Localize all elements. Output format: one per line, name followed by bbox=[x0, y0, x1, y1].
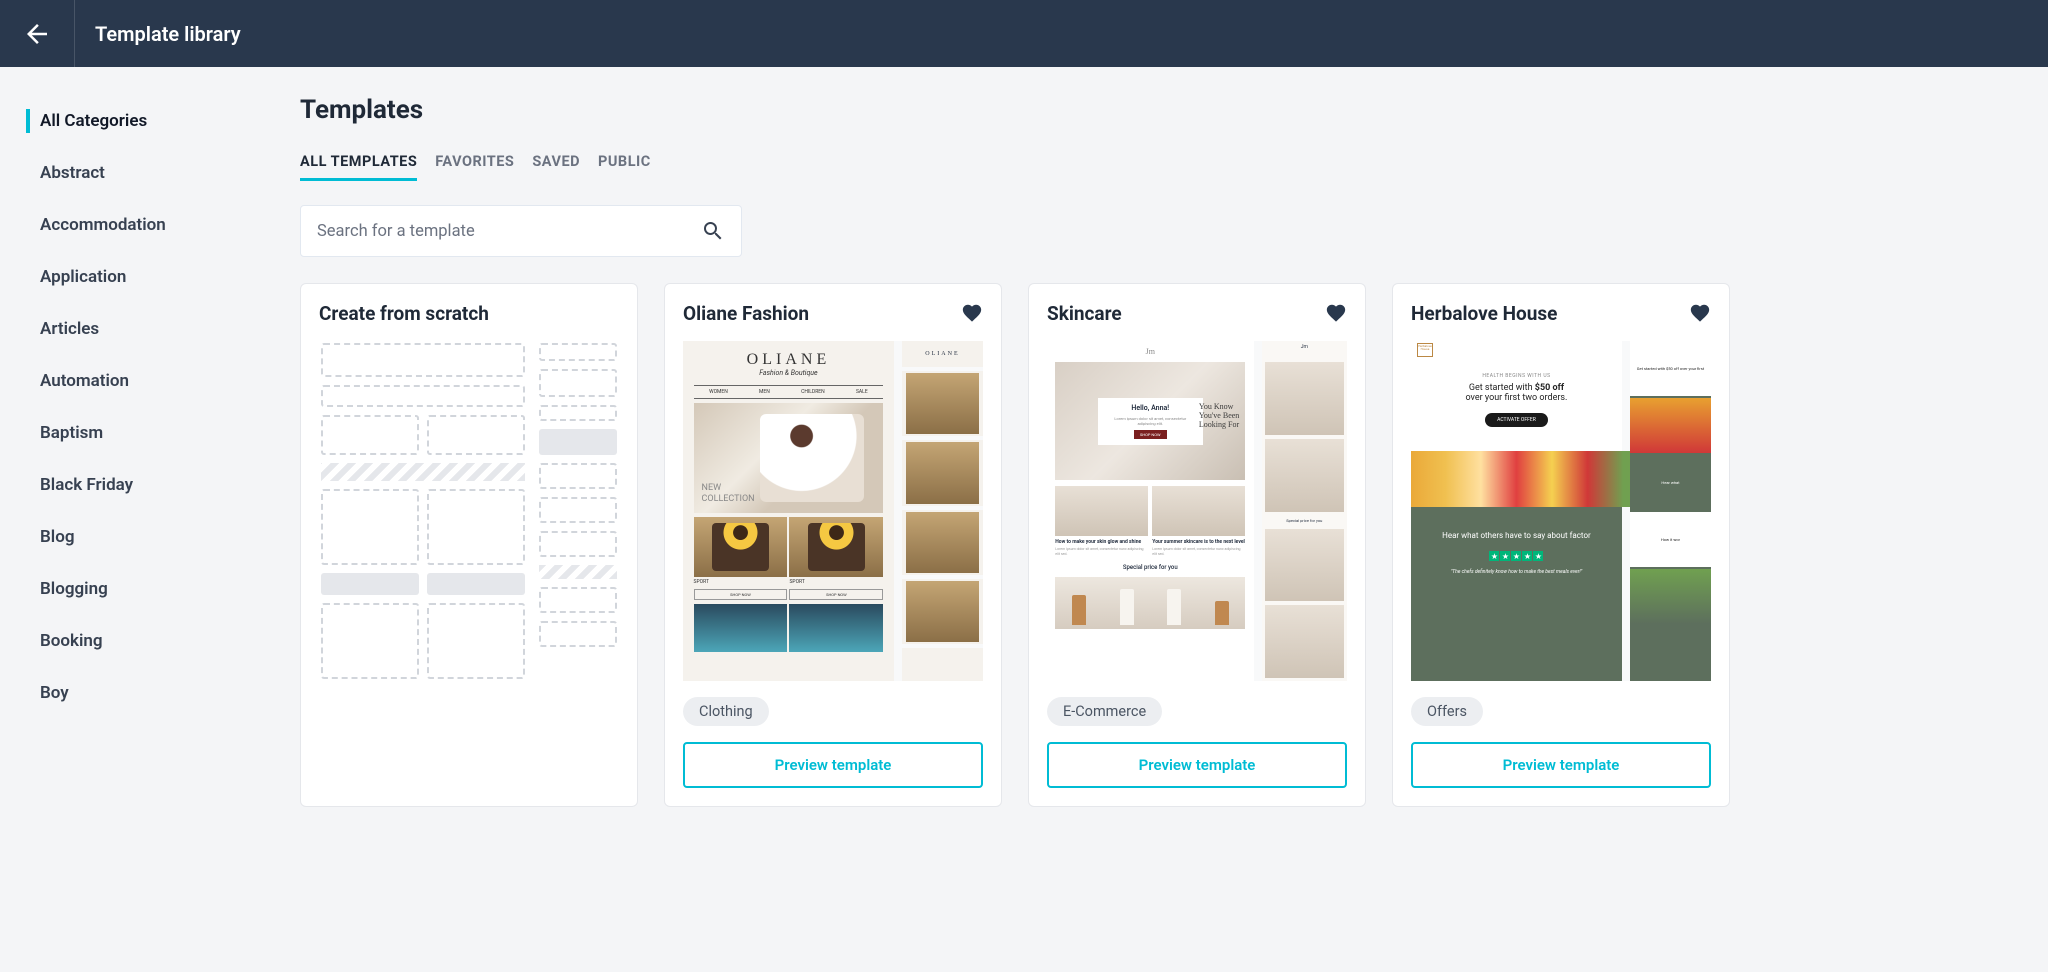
preview-shop-btn: SHOP NOW bbox=[789, 589, 883, 600]
sidebar-item-blogging[interactable]: Blogging bbox=[0, 563, 260, 615]
sidebar-item-accommodation[interactable]: Accommodation bbox=[0, 199, 260, 251]
template-preview bbox=[319, 341, 619, 681]
tab-favorites[interactable]: FAVORITES bbox=[435, 153, 514, 181]
tab-saved[interactable]: SAVED bbox=[532, 153, 580, 181]
card-header: Create from scratch bbox=[319, 302, 619, 325]
sidebar-item-baptism[interactable]: Baptism bbox=[0, 407, 260, 459]
preview-price: Special price for you bbox=[1123, 564, 1178, 571]
preview-nav-item: CHILDREN bbox=[801, 389, 825, 395]
preview-quote: "The chefs definitely know how to make t… bbox=[1438, 569, 1594, 575]
preview-nav-item: WOMEN bbox=[709, 389, 728, 395]
tabs: ALL TEMPLATES FAVORITES SAVED PUBLIC bbox=[300, 153, 2008, 181]
card-oliane-fashion[interactable]: Oliane Fashion OLIANE Fashion & Boutique… bbox=[664, 283, 1002, 807]
search-wrap bbox=[300, 205, 742, 257]
card-header: Oliane Fashion bbox=[683, 302, 983, 325]
preview-col-heading: How to make your skin glow and shine bbox=[1055, 539, 1148, 545]
preview-label: SPORT bbox=[694, 579, 788, 585]
preview-subtitle: Fashion & Boutique bbox=[759, 369, 817, 377]
main: Templates ALL TEMPLATES FAVORITES SAVED … bbox=[260, 67, 2048, 972]
sidebar-item-automation[interactable]: Automation bbox=[0, 355, 260, 407]
heart-icon[interactable] bbox=[961, 302, 983, 324]
preview-lorem: Lorem ipsum dolor sit amet, consectetur … bbox=[1108, 416, 1193, 426]
card-herbalove-house[interactable]: Herbalove House HerbaloveHouse HEALTH BE… bbox=[1392, 283, 1730, 807]
card-title: Skincare bbox=[1047, 302, 1122, 325]
preview-hello: Hello, Anna! bbox=[1108, 404, 1193, 412]
search-input[interactable] bbox=[317, 222, 701, 241]
sidebar-item-black-friday[interactable]: Black Friday bbox=[0, 459, 260, 511]
back-button[interactable] bbox=[0, 0, 75, 67]
template-preview: Jm Hello, Anna! Lorem ipsum dolor sit am… bbox=[1047, 341, 1347, 681]
card-skincare[interactable]: Skincare Jm Hello, Anna! Lorem ipsum dol… bbox=[1028, 283, 1366, 807]
page-title: Templates bbox=[300, 95, 2008, 125]
back-arrow-icon bbox=[22, 19, 52, 49]
sidebar-item-blog[interactable]: Blog bbox=[0, 511, 260, 563]
preview-label: SPORT bbox=[789, 579, 883, 585]
card-title: Create from scratch bbox=[319, 302, 489, 325]
tab-all-templates[interactable]: ALL TEMPLATES bbox=[300, 153, 417, 181]
sidebar-item-all-categories[interactable]: All Categories bbox=[0, 95, 260, 147]
preview-logo: OLIANE bbox=[747, 351, 831, 369]
preview-side-text: How it wor bbox=[1630, 512, 1711, 567]
preview-template-button[interactable]: Preview template bbox=[1047, 742, 1347, 788]
category-tag: E-Commerce bbox=[1047, 697, 1162, 726]
preview-hero-side: You KnowYou've BeenLooking For bbox=[1199, 403, 1239, 429]
sidebar-item-booking[interactable]: Booking bbox=[0, 615, 260, 667]
sidebar-item-boy[interactable]: Boy bbox=[0, 667, 260, 719]
app-header: Template library bbox=[0, 0, 2048, 67]
cards-row: Create from scratch bbox=[300, 283, 2008, 807]
star-icon: ★ bbox=[1522, 551, 1532, 561]
preview-hear: Hear what others have to say about facto… bbox=[1438, 531, 1594, 541]
heart-icon[interactable] bbox=[1325, 302, 1347, 324]
preview-col-text: Lorem ipsum dolor sit amet, consectetur … bbox=[1055, 547, 1148, 556]
preview-shop-btn: SHOP NOW bbox=[1134, 430, 1167, 439]
search-icon[interactable] bbox=[701, 219, 725, 243]
preview-col-heading: Your summer skincare is to the next leve… bbox=[1152, 539, 1245, 545]
tab-public[interactable]: PUBLIC bbox=[598, 153, 651, 181]
content-area: All Categories Abstract Accommodation Ap… bbox=[0, 67, 2048, 972]
sidebar: All Categories Abstract Accommodation Ap… bbox=[0, 67, 260, 972]
card-header: Skincare bbox=[1047, 302, 1347, 325]
card-title: Oliane Fashion bbox=[683, 302, 809, 325]
preview-hero-text: NEW COLLECTION bbox=[702, 483, 755, 505]
star-icon: ★ bbox=[1489, 551, 1499, 561]
star-icon: ★ bbox=[1533, 551, 1543, 561]
star-icon: ★ bbox=[1500, 551, 1510, 561]
header-title: Template library bbox=[75, 22, 241, 46]
star-icon: ★ bbox=[1511, 551, 1521, 561]
category-tag: Clothing bbox=[683, 697, 769, 726]
sidebar-item-articles[interactable]: Articles bbox=[0, 303, 260, 355]
template-preview: OLIANE Fashion & Boutique WOMEN MEN CHIL… bbox=[683, 341, 983, 681]
preview-offer: Get started with $50 offover your first … bbox=[1417, 383, 1616, 403]
category-tag: Offers bbox=[1411, 697, 1483, 726]
preview-col-text: Lorem ipsum dolor sit amet, consectetur … bbox=[1152, 547, 1245, 556]
preview-side-text: Hear what bbox=[1630, 455, 1711, 510]
preview-activate-btn: ACTIVATE OFFER bbox=[1485, 413, 1548, 427]
preview-nav-item: MEN bbox=[759, 389, 770, 395]
preview-template-button[interactable]: Preview template bbox=[683, 742, 983, 788]
template-preview: HerbaloveHouse HEALTH BEGINS WITH US Get… bbox=[1411, 341, 1711, 681]
card-header: Herbalove House bbox=[1411, 302, 1711, 325]
preview-nav-item: SALE bbox=[856, 389, 868, 395]
preview-tag: HEALTH BEGINS WITH US bbox=[1417, 373, 1616, 379]
preview-side-text: Get started with $50 off over your first bbox=[1630, 341, 1711, 396]
sidebar-item-abstract[interactable]: Abstract bbox=[0, 147, 260, 199]
card-title: Herbalove House bbox=[1411, 302, 1557, 325]
preview-template-button[interactable]: Preview template bbox=[1411, 742, 1711, 788]
heart-icon[interactable] bbox=[1689, 302, 1711, 324]
sidebar-item-application[interactable]: Application bbox=[0, 251, 260, 303]
card-create-from-scratch[interactable]: Create from scratch bbox=[300, 283, 638, 807]
preview-shop-btn: SHOP NOW bbox=[694, 589, 788, 600]
